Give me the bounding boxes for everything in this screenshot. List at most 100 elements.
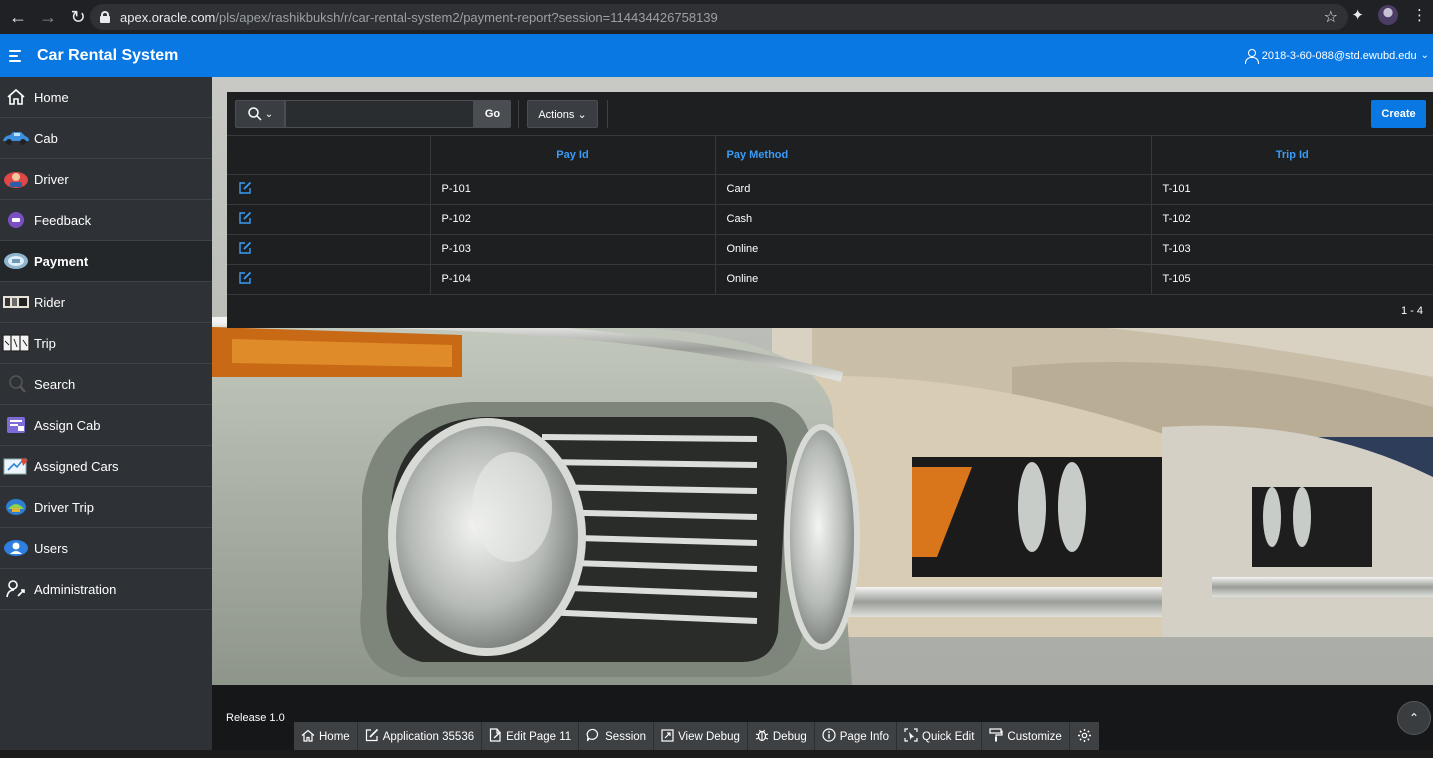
trip-id-cell: T-103: [1151, 234, 1433, 265]
payment-report-region: ⌄ Go Actions ⌄ Create Pay Id Pay Method …: [227, 92, 1433, 328]
sidebar-item-label: Trip: [34, 335, 56, 351]
edit-icon[interactable]: [238, 271, 252, 285]
dev-toolbar-label: Home: [319, 730, 350, 743]
column-header-trip-id[interactable]: Trip Id: [1151, 136, 1433, 175]
pay-id-cell: P-101: [430, 174, 716, 205]
dev-toolbar-edit-page[interactable]: Edit Page 11: [482, 722, 580, 751]
sidebar-item-label: Home: [34, 89, 69, 105]
page-footer: Release 1.0 Home Application 35536 Edit …: [212, 685, 1433, 758]
edit-icon[interactable]: [238, 211, 252, 225]
sidebar-item-cab[interactable]: Cab: [0, 118, 212, 159]
app-title[interactable]: Car Rental System: [37, 47, 178, 65]
column-header-edit: [227, 136, 431, 175]
app-header: Car Rental System 2018-3-60-088@std.ewub…: [0, 34, 1433, 77]
sidebar-item-feedback[interactable]: Feedback: [0, 200, 212, 241]
trip-id-cell: T-102: [1151, 204, 1433, 235]
scroll-to-top-button[interactable]: ⌃: [1397, 701, 1431, 735]
dev-toolbar-settings[interactable]: [1070, 722, 1099, 751]
user-menu[interactable]: 2018-3-60-088@std.ewubd.edu ⌄: [1244, 34, 1433, 77]
search-icon: [2, 373, 30, 395]
sidebar-item-trip[interactable]: Trip: [0, 323, 212, 364]
trip-id-cell: T-105: [1151, 264, 1433, 295]
back-arrow-icon[interactable]: ←: [6, 5, 30, 29]
payment-icon: [2, 250, 30, 272]
pay-id-cell: P-103: [430, 234, 716, 265]
os-taskbar: [0, 750, 1433, 758]
extensions-puzzle-icon[interactable]: ✦: [1351, 6, 1364, 24]
dev-toolbar-view-debug[interactable]: View Debug: [654, 722, 748, 751]
sidebar-item-search[interactable]: Search: [0, 364, 212, 405]
sidebar-item-label: Cab: [34, 130, 58, 146]
hamburger-menu-icon[interactable]: [0, 34, 30, 77]
pencil-icon: [365, 728, 379, 745]
info-icon: [822, 728, 836, 745]
trip-id-cell: T-101: [1151, 174, 1433, 205]
paint-roller-icon: [989, 728, 1004, 745]
dev-toolbar-session[interactable]: Session: [579, 722, 655, 751]
column-header-pay-id[interactable]: Pay Id: [430, 136, 716, 175]
sidebar-item-administration[interactable]: Administration: [0, 569, 212, 610]
search-column-selector[interactable]: ⌄: [235, 100, 285, 128]
sidebar-item-driver-trip[interactable]: Driver Trip: [0, 487, 212, 528]
browser-menu-icon[interactable]: ⋮: [1412, 6, 1427, 24]
reload-icon[interactable]: ↻: [66, 5, 90, 29]
edit-icon[interactable]: [238, 181, 252, 195]
address-bar[interactable]: apex.oracle.com/pls/apex/rashikbuksh/r/c…: [90, 4, 1348, 30]
dev-toolbar-application[interactable]: Application 35536: [358, 722, 483, 751]
sidebar-item-users[interactable]: Users: [0, 528, 212, 569]
dev-toolbar-home[interactable]: Home: [294, 722, 358, 751]
sidebar-item-home[interactable]: Home: [0, 77, 212, 118]
feedback-icon: [2, 209, 30, 231]
pay-id-cell: P-102: [430, 204, 716, 235]
pay-method-cell: Card: [715, 174, 1152, 205]
users-icon: [2, 537, 30, 559]
dev-toolbar-page-info[interactable]: Page Info: [815, 722, 897, 751]
sidebar-item-assign-cab[interactable]: Assign Cab: [0, 405, 212, 446]
table-row: P-101 Card T-101: [227, 174, 1433, 205]
driver-icon: [2, 168, 30, 190]
pay-method-cell: Cash: [715, 204, 1152, 235]
dev-toolbar-debug[interactable]: Debug: [748, 722, 815, 751]
report-toolbar: ⌄ Go Actions ⌄ Create: [227, 92, 1433, 136]
sidebar-item-rider[interactable]: Rider: [0, 282, 212, 323]
home-icon: [301, 729, 315, 745]
sidebar-item-label: Payment: [34, 253, 89, 269]
dev-toolbar-label: Quick Edit: [922, 730, 975, 743]
dev-toolbar-label: Customize: [1007, 730, 1062, 743]
trip-icon: [2, 332, 30, 354]
user-email: 2018-3-60-088@std.ewubd.edu: [1261, 49, 1417, 62]
quick-edit-icon: [904, 728, 918, 745]
view-debug-icon: [661, 728, 674, 745]
report-search-input[interactable]: [285, 100, 474, 128]
developer-toolbar: Home Application 35536 Edit Page 11 Sess…: [294, 722, 1099, 751]
sidebar-item-label: Administration: [34, 581, 117, 597]
url-path: /pls/apex/rashikbuksh/r/car-rental-syste…: [215, 9, 718, 25]
sidebar-item-assigned-cars[interactable]: Assigned Cars: [0, 446, 212, 487]
chevron-down-icon: ⌄: [577, 108, 587, 121]
chevron-up-icon: ⌃: [1408, 711, 1420, 725]
bookmark-star-icon[interactable]: ☆: [1324, 7, 1338, 27]
administration-icon: [2, 578, 30, 600]
payment-report-table: Pay Id Pay Method Trip Id P-101 Card T-1…: [227, 136, 1433, 295]
session-icon: [586, 728, 601, 745]
column-header-pay-method[interactable]: Pay Method: [715, 136, 1152, 175]
profile-avatar[interactable]: [1378, 5, 1398, 25]
sidebar-item-label: Assigned Cars: [34, 458, 119, 474]
sidebar-item-payment[interactable]: Payment: [0, 241, 212, 282]
edit-page-icon: [489, 728, 502, 745]
forward-arrow-icon[interactable]: →: [36, 5, 60, 29]
create-button[interactable]: Create: [1371, 100, 1426, 128]
browser-toolbar: ← → ↻ apex.oracle.com/pls/apex/rashikbuk…: [0, 0, 1433, 34]
pay-method-cell: Online: [715, 234, 1152, 265]
url-text: apex.oracle.com/pls/apex/rashikbuksh/r/c…: [120, 10, 718, 25]
sidebar-item-label: Assign Cab: [34, 417, 101, 433]
dev-toolbar-quick-edit[interactable]: Quick Edit: [897, 722, 983, 751]
sidebar-item-driver[interactable]: Driver: [0, 159, 212, 200]
actions-menu-button[interactable]: Actions ⌄: [527, 100, 598, 128]
dev-toolbar-customize[interactable]: Customize: [982, 722, 1070, 751]
go-button[interactable]: Go: [474, 100, 511, 128]
edit-icon[interactable]: [238, 241, 252, 255]
edit-cell: [227, 264, 431, 295]
sidebar-item-label: Rider: [34, 294, 66, 310]
sidebar-item-label: Feedback: [34, 212, 92, 228]
